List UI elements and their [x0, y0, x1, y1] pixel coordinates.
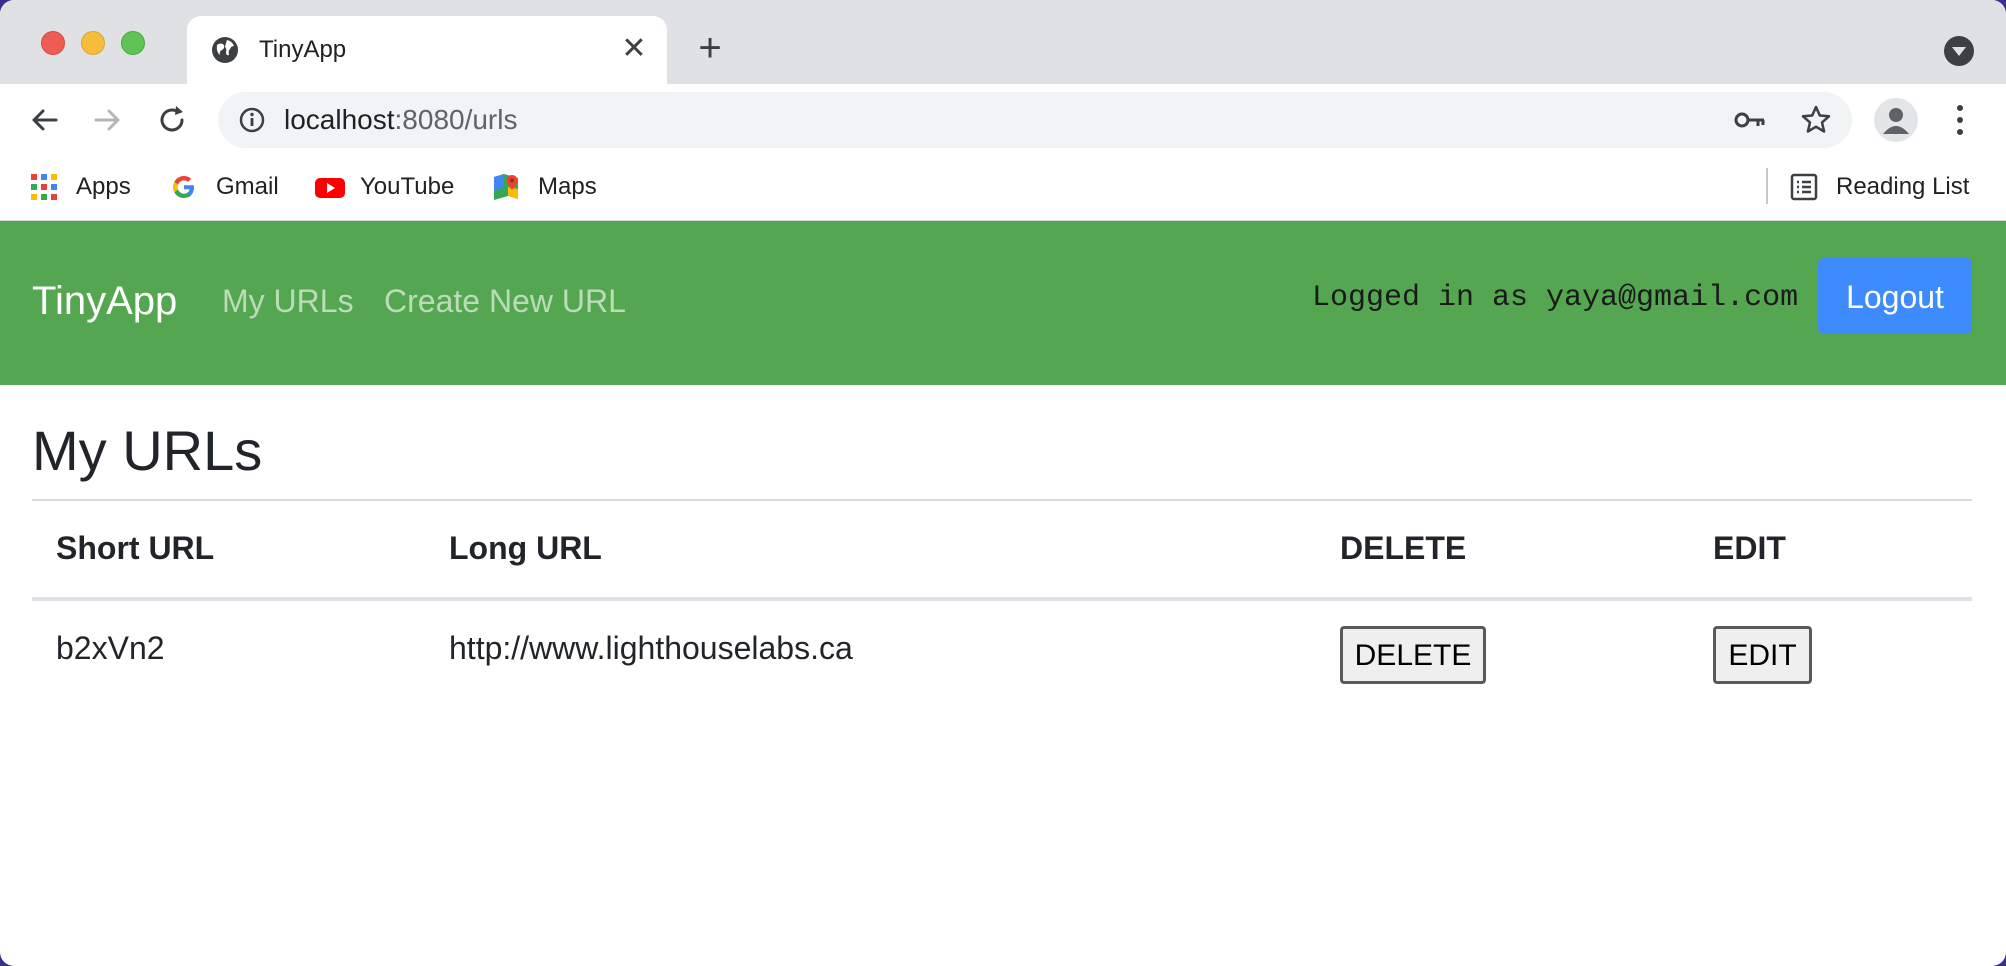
- back-arrow-icon[interactable]: [24, 100, 64, 140]
- youtube-icon: [315, 178, 345, 198]
- bookmark-star-icon[interactable]: [1800, 104, 1832, 136]
- profile-avatar-icon[interactable]: [1874, 98, 1918, 142]
- address-bar[interactable]: localhost:8080/urls: [218, 92, 1852, 148]
- browser-toolbar: localhost:8080/urls: [0, 84, 2006, 156]
- delete-button[interactable]: DELETE: [1340, 626, 1486, 684]
- bookmark-apps[interactable]: Apps: [30, 170, 140, 204]
- nav-create-new-url-link[interactable]: Create New URL: [384, 283, 626, 320]
- bookmark-maps[interactable]: Maps: [492, 170, 602, 204]
- tab-tinyapp[interactable]: TinyApp ✕: [187, 16, 667, 84]
- globe-icon: [212, 37, 238, 63]
- forward-arrow-icon[interactable]: [88, 100, 128, 140]
- bookmarks-bar: Apps Gmail YouTube Maps Reading List: [0, 156, 2006, 221]
- column-header-delete: DELETE: [1340, 530, 1467, 566]
- url-path: :8080/urls: [394, 104, 518, 135]
- new-tab-button[interactable]: +: [692, 28, 728, 68]
- table-header-divider: [32, 597, 1972, 601]
- long-url-cell: http://www.lighthouselabs.ca: [449, 630, 853, 666]
- short-url-cell: b2xVn2: [56, 630, 165, 666]
- app-navbar: TinyApp My URLs Create New URL Logged in…: [0, 221, 2006, 385]
- reload-icon[interactable]: [152, 100, 192, 140]
- nav-my-urls-link[interactable]: My URLs: [222, 283, 354, 320]
- tab-strip: TinyApp ✕ +: [0, 0, 2006, 84]
- key-icon[interactable]: [1734, 106, 1766, 134]
- bookmark-label: Maps: [538, 173, 597, 200]
- tab-search-icon[interactable]: [1944, 36, 1974, 66]
- bookmark-label: Apps: [76, 173, 131, 200]
- browser-window: TinyApp ✕ + localhost:8080/urls Apps Gma…: [0, 0, 2006, 966]
- column-header-long-url: Long URL: [449, 530, 602, 566]
- reading-list-button[interactable]: Reading List: [1790, 170, 1980, 204]
- brand-link[interactable]: TinyApp: [32, 279, 177, 324]
- column-header-edit: EDIT: [1713, 530, 1786, 566]
- tab-title: TinyApp: [259, 36, 347, 63]
- bookmarks-divider: [1766, 168, 1768, 204]
- reading-list-icon: [1790, 173, 1818, 201]
- reading-list-label: Reading List: [1836, 173, 1970, 200]
- minimize-window-button[interactable]: [81, 31, 105, 55]
- page-title: My URLs: [32, 419, 263, 482]
- title-divider: [32, 499, 1972, 501]
- bookmark-label: YouTube: [360, 173, 455, 200]
- maximize-window-button[interactable]: [121, 31, 145, 55]
- url-host: localhost: [284, 104, 395, 135]
- logout-button[interactable]: Logout: [1818, 258, 1972, 334]
- logged-in-status: Logged in as yaya@gmail.com: [1312, 281, 1799, 315]
- url-text[interactable]: localhost:8080/urls: [284, 104, 517, 136]
- more-menu-icon[interactable]: [1946, 102, 1974, 138]
- bookmark-label: Gmail: [216, 173, 279, 200]
- bookmark-gmail[interactable]: Gmail: [170, 170, 290, 204]
- apps-grid-icon: [31, 174, 57, 200]
- bookmark-youtube[interactable]: YouTube: [314, 170, 464, 204]
- google-icon: [173, 176, 194, 198]
- tab-close-icon[interactable]: ✕: [619, 34, 649, 64]
- close-window-button[interactable]: [41, 31, 65, 55]
- column-header-short-url: Short URL: [56, 530, 215, 566]
- maps-icon: [494, 174, 518, 200]
- edit-button[interactable]: EDIT: [1713, 626, 1812, 684]
- info-icon[interactable]: [238, 106, 266, 134]
